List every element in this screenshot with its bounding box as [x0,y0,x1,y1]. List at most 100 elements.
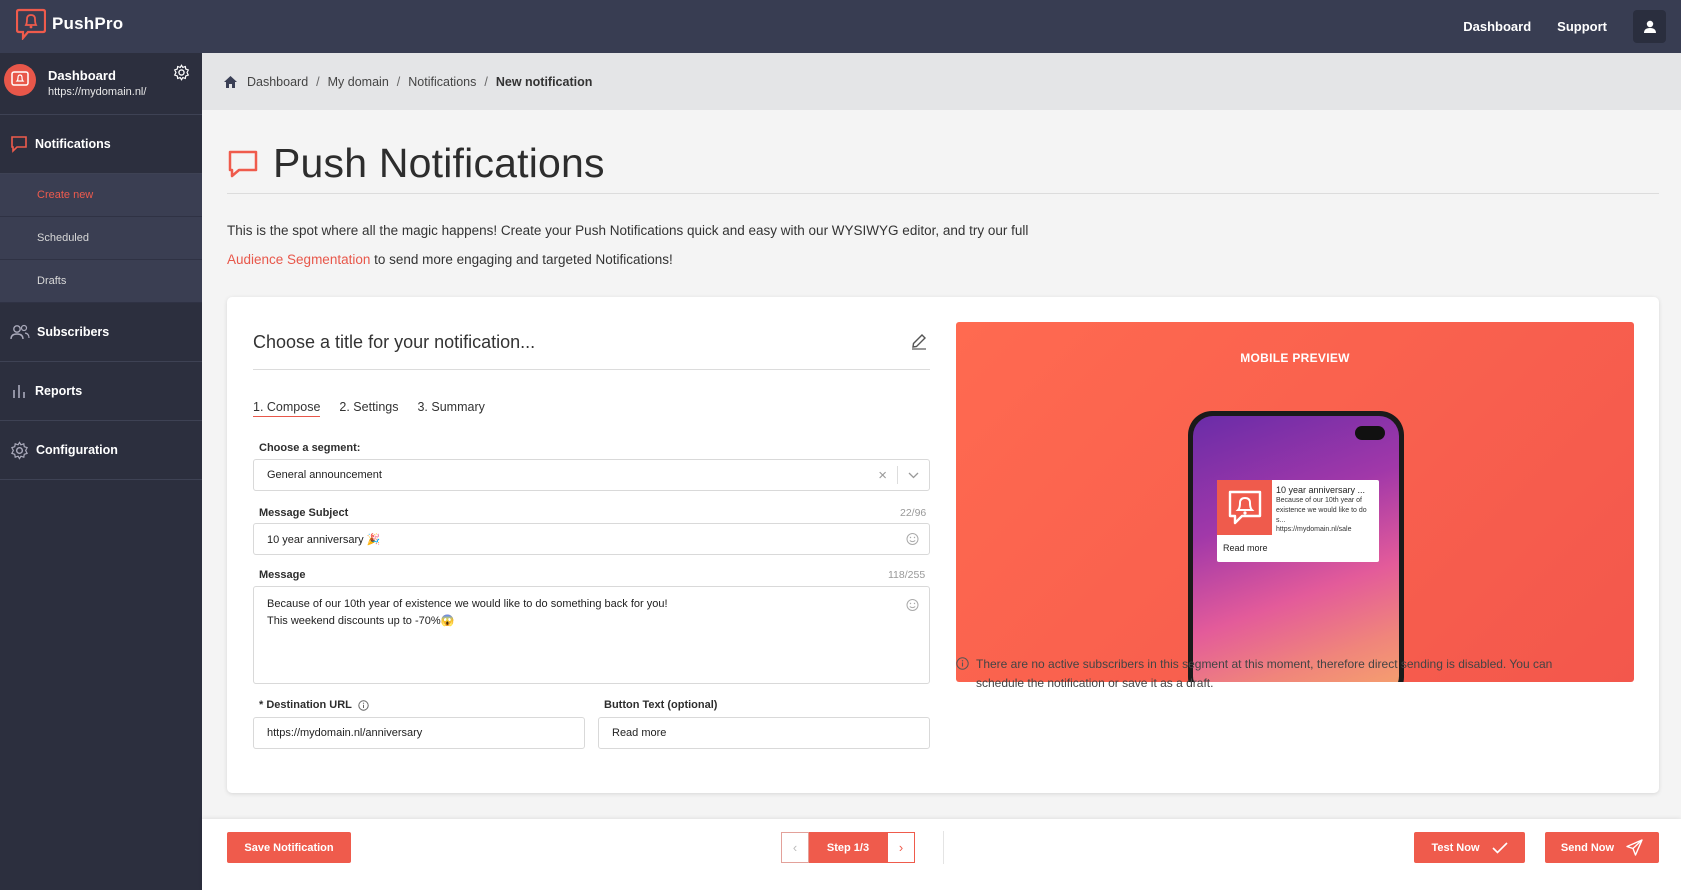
test-button-label: Test Now [1431,841,1480,854]
divider [253,369,930,370]
sidebar-submenu: Create new Scheduled Drafts [0,174,202,303]
message-char-count: 118/255 [888,569,926,581]
url-label: * Destination URL [259,699,352,711]
app-name: PushPro [52,14,124,33]
chat-bubble-icon [228,150,258,177]
intro-tail: to send more engaging and targeted Notif… [370,252,673,267]
subject-label: Message Subject [259,507,349,519]
user-icon [1643,20,1656,33]
users-icon [10,324,30,340]
message-textarea[interactable]: Because of our 10th year of existence we… [253,586,930,684]
divider [227,193,1659,194]
emoji-icon[interactable] [906,533,919,546]
clear-icon[interactable]: × [878,467,887,484]
send-now-button[interactable]: Send Now [1545,832,1659,863]
phone-mockup: 10 year anniversary ... Because of our 1… [1188,411,1404,682]
sidebar-item-reports[interactable]: Reports [0,362,202,421]
sidebar-item-label: Configuration [36,443,118,457]
page-header: Push Notifications [227,140,605,187]
topnav-support-link[interactable]: Support [1557,19,1607,34]
preview-title: MOBILE PREVIEW [1240,351,1350,365]
sidebar-item-label: Subscribers [37,325,110,339]
subject-input[interactable]: 10 year anniversary 🎉 [253,523,930,555]
app-logo[interactable]: PushPro [15,8,124,42]
tab-compose[interactable]: 1. Compose [253,400,321,417]
sidebar-subitem-drafts[interactable]: Drafts [0,260,202,303]
top-nav: Dashboard Support [1463,0,1681,53]
sidebar-subitem-create-new[interactable]: Create new [0,174,202,217]
step-indicator: Step 1/3 [809,832,887,863]
button-text-value: Read more [612,727,667,739]
sidebar-item-configuration[interactable]: Configuration [0,421,202,480]
checkmark-icon [1491,841,1508,854]
chat-bubble-icon [11,136,27,153]
sidebar-item-notifications[interactable]: Notifications [0,115,202,174]
sidebar-dashboard-url: https://mydomain.nl/ [48,86,147,98]
audience-segmentation-link[interactable]: Audience Segmentation [227,252,370,267]
notification-title-input[interactable]: Choose a title for your notification... [253,332,535,353]
bell-bubble-icon [1217,480,1272,535]
url-value: https://mydomain.nl/anniversary [267,727,423,739]
breadcrumb-separator: / [396,74,401,89]
footer-bar: Save Notification ‹ Step 1/3 › Test Now … [202,819,1681,890]
step-navigator: ‹ Step 1/3 › [781,832,915,863]
breadcrumb-current: New notification [495,74,593,89]
emoji-icon[interactable] [906,599,919,612]
test-now-button[interactable]: Test Now [1414,832,1525,863]
info-notice: There are no active subscribers in this … [956,655,1596,693]
segment-select[interactable]: General announcement × [253,459,930,491]
bell-icon [11,71,29,86]
avatar [4,64,36,96]
subject-char-count: 22/96 [900,507,927,519]
tab-summary[interactable]: 3. Summary [417,400,484,417]
paper-plane-icon [1626,839,1643,856]
page-title: Push Notifications [273,140,605,186]
sidebar-item-label: Reports [35,384,83,398]
divider [943,831,944,864]
segment-value: General announcement [267,469,382,481]
sidebar-subitem-scheduled[interactable]: Scheduled [0,217,202,260]
breadcrumb-notifications[interactable]: Notifications [408,75,476,89]
preview-notif-url: https://mydomain.nl/sale [1276,526,1352,533]
preview-notif-button: Read more [1223,543,1268,553]
mobile-preview: MOBILE PREVIEW 10 year anniversary ... B… [956,322,1634,682]
phone-screen: 10 year anniversary ... Because of our 1… [1193,416,1399,682]
pencil-icon[interactable] [910,332,928,355]
sidebar-item-subscribers[interactable]: Subscribers [0,303,202,362]
chevron-down-icon[interactable] [908,472,919,479]
gear-icon[interactable] [173,64,190,86]
destination-url-input[interactable]: https://mydomain.nl/anniversary [253,717,585,749]
preview-notif-title: 10 year anniversary ... [1276,485,1366,495]
send-button-label: Send Now [1560,841,1615,854]
button-text-input[interactable]: Read more [598,717,930,749]
sidebar-item-label: Notifications [35,137,111,151]
tab-settings[interactable]: 2. Settings [339,400,398,417]
topnav-dashboard-link[interactable]: Dashboard [1463,19,1531,34]
info-notice-text: There are no active subscribers in this … [976,657,1553,690]
top-bar: PushPro Dashboard Support [0,0,1681,53]
intro-text: This is the spot where all the magic hap… [227,216,1127,274]
user-menu-button[interactable] [1633,10,1666,43]
compose-card: Choose a title for your notification... … [227,297,1659,793]
sidebar: Dashboard https://mydomain.nl/ Notificat… [0,53,202,890]
next-step-button[interactable]: › [887,832,915,863]
button-text-label: Button Text (optional) [604,699,718,711]
home-icon[interactable] [223,75,238,89]
intro-body: This is the spot where all the magic hap… [227,223,1029,238]
sidebar-dashboard[interactable]: Dashboard https://mydomain.nl/ [0,53,202,115]
previous-step-button[interactable]: ‹ [781,832,809,863]
gear-icon [11,440,28,460]
select-controls: × [878,466,919,484]
preview-notif-body: Because of our 10th year of existence we… [1276,497,1367,524]
bell-bubble-icon [15,8,47,42]
save-button-label: Save Notification [244,841,334,854]
bar-chart-icon [13,385,25,398]
info-icon[interactable] [358,699,369,711]
breadcrumb-separator: / [316,74,320,89]
breadcrumb-my-domain[interactable]: My domain [328,75,389,89]
sidebar-dashboard-title: Dashboard [48,68,116,83]
url-label-row: * Destination URL [259,699,369,711]
message-label: Message [259,569,306,581]
save-notification-button[interactable]: Save Notification [227,832,351,863]
breadcrumb-dashboard[interactable]: Dashboard [247,75,308,89]
